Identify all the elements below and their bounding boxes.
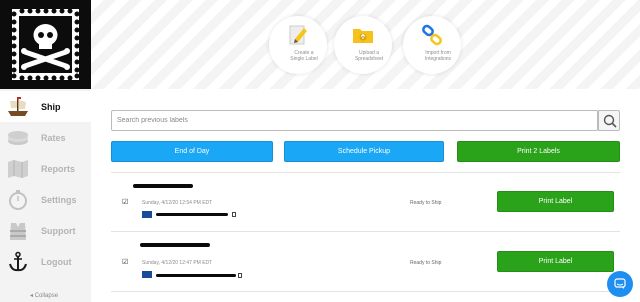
anchor-icon — [9, 251, 27, 271]
upload-spreadsheet-button[interactable]: Upload a Spreadsheet — [328, 16, 398, 74]
divider — [111, 291, 620, 292]
label-status: Ready to Ship — [410, 260, 442, 266]
label-row: ☑ Sunday, 4/12/20 12:47 PM EDT Ready to … — [111, 233, 620, 289]
sidebar-item-support[interactable]: Support — [0, 215, 91, 246]
sidebar-item-label: Rates — [41, 132, 66, 143]
search-icon — [603, 114, 617, 128]
chat-support-button[interactable] — [607, 271, 633, 297]
redacted-recipient — [133, 184, 193, 188]
pencil-document-icon — [289, 25, 307, 45]
map-icon — [8, 159, 28, 178]
redacted-tracking-number — [156, 213, 228, 216]
end-of-day-button[interactable]: End of Day — [111, 141, 273, 162]
divider — [111, 172, 620, 173]
money-stack-icon — [8, 130, 28, 145]
life-vest-icon — [10, 222, 26, 240]
label-date: Sunday, 4/12/20 12:54 PM EDT — [142, 200, 213, 206]
logo — [0, 0, 91, 89]
folder-upload-icon — [353, 29, 373, 43]
print-label-button[interactable]: Print Label — [497, 251, 614, 272]
search-button[interactable] — [598, 110, 620, 131]
schedule-pickup-button[interactable]: Schedule Pickup — [284, 141, 444, 162]
create-option-label: Import from Integrations — [424, 50, 452, 62]
search-bar — [111, 110, 620, 131]
row-checkbox[interactable]: ☑ — [122, 198, 128, 206]
create-option-circle: Import from Integrations — [403, 16, 461, 74]
print-label-button[interactable]: Print Label — [497, 191, 614, 212]
create-option-circle: Create a Single Label — [269, 16, 327, 74]
sidebar-item-label: Ship — [41, 101, 61, 112]
usps-logo-icon — [142, 271, 152, 278]
import-integrations-button[interactable]: Import from Integrations — [397, 16, 467, 74]
sidebar: Ship Rates Reports Settings Support Logo… — [0, 0, 91, 302]
sidebar-item-label: Reports — [41, 163, 76, 174]
row-checkbox[interactable]: ☑ — [122, 258, 128, 266]
create-option-circle: Upload a Spreadsheet — [334, 16, 392, 74]
chain-link-icon — [422, 24, 442, 46]
sidebar-item-reports[interactable]: Reports — [0, 153, 91, 184]
sidebar-item-ship[interactable]: Ship — [0, 91, 91, 122]
create-banner: Create a Single Label Upload a Spreadshe… — [91, 0, 640, 89]
sidebar-item-label: Logout — [41, 256, 72, 267]
chat-icon — [614, 278, 626, 289]
ship-icon — [8, 96, 28, 116]
print-labels-button[interactable]: Print 2 Labels — [457, 141, 620, 162]
skull-crossbones-stamp-icon — [4, 4, 87, 85]
copy-icon[interactable] — [238, 273, 242, 278]
search-input[interactable] — [111, 110, 598, 131]
label-date: Sunday, 4/12/20 12:47 PM EDT — [142, 260, 213, 266]
usps-logo-icon — [142, 211, 152, 218]
label-status: Ready to Ship — [410, 200, 442, 206]
sidebar-item-rates[interactable]: Rates — [0, 122, 91, 153]
redacted-tracking-number — [156, 274, 236, 277]
collapse-link[interactable]: ◂ Collapse — [30, 292, 58, 299]
copy-icon[interactable] — [232, 212, 236, 217]
sidebar-item-label: Support — [41, 225, 76, 236]
sidebar-item-settings[interactable]: Settings — [0, 184, 91, 215]
sidebar-item-label: Settings — [41, 194, 77, 205]
sidebar-item-logout[interactable]: Logout — [0, 246, 91, 277]
redacted-recipient — [140, 243, 210, 247]
label-row: ☑ Sunday, 4/12/20 12:54 PM EDT Ready to … — [111, 174, 620, 230]
stopwatch-icon — [9, 189, 27, 210]
divider — [111, 231, 620, 232]
create-single-label-button[interactable]: Create a Single Label — [263, 16, 333, 74]
create-option-label: Upload a Spreadsheet — [354, 50, 384, 62]
